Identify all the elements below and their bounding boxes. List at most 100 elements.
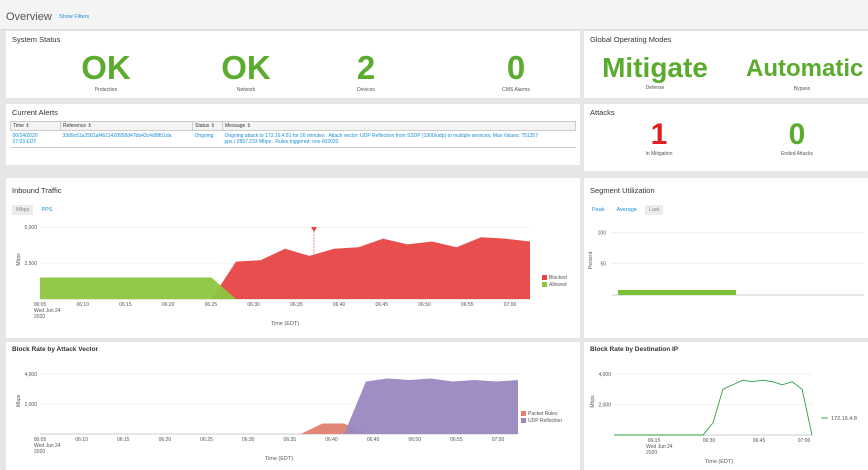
x-tick-sublabel: 2020 xyxy=(34,449,45,455)
x-tick-label: 07:00 xyxy=(798,438,811,444)
attacks-value: 0 xyxy=(788,118,806,151)
x-tick-label: 07:00 xyxy=(504,302,517,308)
alert-clock[interactable]: 07:03 EDT xyxy=(13,139,59,145)
alert-reference[interactable]: 33d9c61a2581af4b11420958d47bb43c4d9851da xyxy=(60,130,193,148)
legend-swatch xyxy=(542,275,547,280)
x-tick-label: 06:20 xyxy=(159,437,172,443)
x-tick-label: 06:55 xyxy=(450,437,463,443)
attacks-ended[interactable]: 0 Ended Attacks xyxy=(742,118,852,158)
legend-swatch xyxy=(521,411,526,416)
mode-value: Mitigate xyxy=(602,52,708,83)
block-rate-vector-panel: Block Rate by Attack Vector 4,000 2,000 Mb… xyxy=(6,342,580,470)
x-tick-label: 06:55 xyxy=(461,302,474,308)
x-tick-label: 06:30 xyxy=(703,438,716,444)
col-reference[interactable]: Reference ⇕ xyxy=(60,121,193,131)
attacks-label: In Mitigation xyxy=(645,151,673,157)
x-tick-sublabel: 2020 xyxy=(34,314,45,320)
global-modes-title: Global Operating Modes xyxy=(590,35,672,44)
legend-label: UDP Reflection xyxy=(528,418,562,424)
status-value: OK xyxy=(81,49,131,86)
y-axis-label: Mbps xyxy=(590,395,596,408)
inbound-traffic-panel: Inbound Traffic Mbps PPS 5,000 2,500 Mbps 0… xyxy=(6,178,580,338)
legend-label: Blocked xyxy=(549,275,567,281)
block-rate-vector-chart: 4,0002,000Mbps06:05 06:10 06:15 06:20 06:25 0… xyxy=(16,372,562,462)
y-axis-label: Percent xyxy=(588,251,594,269)
mode-bypass: Automatic Bypass xyxy=(736,55,868,93)
current-alerts-panel: Current Alerts Time ⇕ Reference ⇕ Status… xyxy=(6,104,580,165)
x-tick-sublabel: 2020 xyxy=(646,450,657,456)
legend-swatch xyxy=(542,282,547,287)
y-tick-label: 4,000 xyxy=(24,372,37,378)
legend-swatch xyxy=(521,418,526,423)
attack-marker-icon xyxy=(311,227,317,232)
y-tick-label: 50 xyxy=(600,262,606,268)
alert-message[interactable]: Ongoing attack to 172.16.4.81 for 26 min… xyxy=(222,130,576,148)
x-tick-label: 06:20 xyxy=(162,302,175,308)
y-tick-label: 2,000 xyxy=(24,402,37,408)
status-network: OK Network xyxy=(196,51,296,93)
x-tick-label: 06:50 xyxy=(408,437,421,443)
col-message[interactable]: Message ⇕ xyxy=(222,121,576,131)
status-value: 2 xyxy=(356,49,376,86)
y-tick-label: 2,000 xyxy=(598,403,611,409)
page-header: Overview Show Filters xyxy=(0,0,868,30)
system-status-panel: System Status OK Protection OK Network 2… xyxy=(6,31,580,98)
status-label: Protection xyxy=(94,87,118,93)
table-row[interactable]: 06/24/2020 07:03 EDT 33d9c61a2581af4b1142… xyxy=(10,130,576,148)
status-label: Network xyxy=(236,87,256,93)
status-label: Devices xyxy=(357,87,375,93)
x-tick-label: 07:00 xyxy=(492,437,505,443)
y-axis-label: Mbps xyxy=(16,253,22,266)
attacks-value: 1 xyxy=(650,118,668,151)
x-axis-label: Time (EDT) xyxy=(705,459,733,465)
current-alerts-title: Current Alerts xyxy=(12,108,58,117)
attacks-title: Attacks xyxy=(590,108,615,117)
status-value: 0 xyxy=(506,49,526,86)
attacks-in-mitigation[interactable]: 1 In Mitigation xyxy=(604,118,714,158)
x-tick-label: 06:10 xyxy=(75,437,88,443)
x-tick-label: 06:45 xyxy=(376,302,389,308)
x-axis-label: Time (EDT) xyxy=(271,321,299,327)
alert-status[interactable]: Ongoing xyxy=(192,130,223,148)
show-filters-link[interactable]: Show Filters xyxy=(59,14,89,20)
y-axis-label: Mbps xyxy=(16,394,22,407)
x-tick-label: 06:15 xyxy=(117,437,130,443)
page-title: Overview xyxy=(6,11,52,23)
x-tick-label: 06:45 xyxy=(367,437,380,443)
x-tick-label: 06:35 xyxy=(290,302,303,308)
x-tick-label: 06:45 xyxy=(753,438,766,444)
status-protection: OK Protection xyxy=(56,51,156,93)
x-tick-label: 06:25 xyxy=(200,437,213,443)
mode-label: Bypass xyxy=(793,86,811,92)
alert-message-line[interactable]: pps / 2897.233 Mbps . Rules triggered: o… xyxy=(225,139,574,145)
x-tick-label: 06:40 xyxy=(333,302,346,308)
inbound-traffic-chart: 5,0002,500Mbps06:05 06:10 06:15 06:20 06:25 0… xyxy=(16,225,567,327)
segment-utilization-chart: 100 50 Percent xyxy=(588,230,864,296)
mode-defense: Mitigate Defense xyxy=(590,52,720,92)
x-tick-label: 06:50 xyxy=(418,302,431,308)
legend-label: Packet Rules xyxy=(528,411,558,417)
series-line xyxy=(614,379,813,436)
status-cms-alarms: 0 CMS Alarms xyxy=(466,51,566,93)
col-status[interactable]: Status ⇕ xyxy=(192,121,223,131)
alerts-table: Time ⇕ Reference ⇕ Status ⇕ Message ⇕ 06… xyxy=(10,121,576,148)
block-rate-dest-panel: Block Rate by Destination IP 4,000 2,000 M… xyxy=(584,342,868,470)
alerts-header-row: Time ⇕ Reference ⇕ Status ⇕ Message ⇕ xyxy=(10,121,576,131)
x-tick-label: 06:25 xyxy=(205,302,218,308)
legend-label: 172.16.4.8 xyxy=(831,416,857,422)
mode-label: Defense xyxy=(645,85,665,91)
x-tick-label: 06:30 xyxy=(247,302,260,308)
status-value: OK xyxy=(221,49,271,86)
bar xyxy=(618,289,736,295)
status-label: CMS Alarms xyxy=(502,87,530,93)
mode-value: Automatic xyxy=(746,55,864,82)
col-time[interactable]: Time ⇕ xyxy=(10,121,61,131)
x-tick-label: 06:30 xyxy=(242,437,255,443)
x-axis-label: Time (EDT) xyxy=(265,456,293,462)
y-tick-label: 5,000 xyxy=(24,225,37,231)
system-status-title: System Status xyxy=(12,35,61,44)
y-tick-label: 100 xyxy=(598,230,607,236)
alert-time[interactable]: 06/24/2020 07:03 EDT xyxy=(10,130,61,148)
y-tick-label: 2,500 xyxy=(24,261,37,267)
x-tick-label: 06:15 xyxy=(119,302,132,308)
